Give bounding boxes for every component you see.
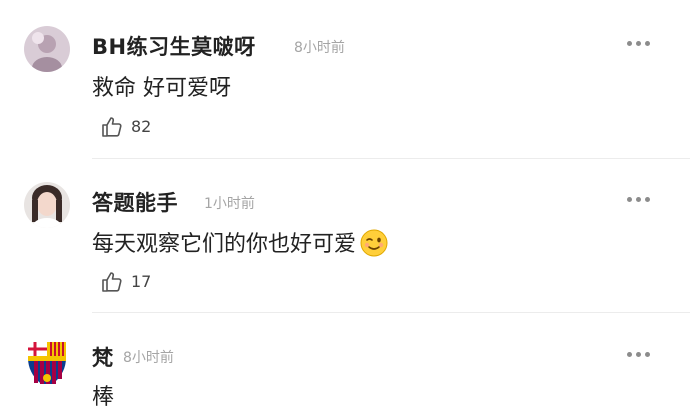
fc-barcelona-crest-icon	[28, 342, 66, 384]
comment-text: 棒	[92, 385, 115, 410]
timestamp: 8小时前	[123, 350, 174, 366]
more-options-button[interactable]	[624, 39, 654, 49]
wink-emoji-icon	[360, 229, 388, 257]
like-count: 82	[131, 117, 152, 136]
username[interactable]: BH练习生莫啵呀	[92, 31, 256, 61]
like-count: 17	[131, 272, 152, 291]
more-options-button[interactable]	[624, 195, 654, 205]
more-options-button[interactable]	[624, 350, 654, 360]
like-button[interactable]: 82	[100, 115, 160, 139]
comment-text: 每天观察它们的你也好可爱	[92, 226, 388, 258]
thumbs-up-icon	[102, 117, 122, 137]
like-button[interactable]: 17	[100, 270, 160, 294]
more-dots-icon	[627, 197, 632, 202]
more-dots-icon	[636, 352, 641, 357]
user-avatar[interactable]	[24, 26, 70, 72]
avatar-icon	[24, 182, 70, 228]
more-dots-icon	[627, 41, 632, 46]
more-dots-icon	[645, 197, 650, 202]
user-avatar[interactable]	[24, 338, 70, 384]
username[interactable]: 梵	[92, 342, 114, 372]
comment-item: 答题能手 1小时前 每天观察它们的你也好可爱 17	[0, 160, 690, 312]
comment-item: 梵 8小时前 棒	[0, 314, 690, 413]
comment-item: BH练习生莫啵呀 8小时前 救命 好可爱呀 82	[0, 0, 690, 160]
user-avatar[interactable]	[24, 182, 70, 228]
more-dots-icon	[636, 197, 641, 202]
divider	[92, 158, 690, 159]
timestamp: 1小时前	[204, 196, 255, 212]
username[interactable]: 答题能手	[92, 187, 178, 217]
more-dots-icon	[645, 41, 650, 46]
avatar-icon	[24, 26, 70, 72]
divider	[92, 312, 690, 313]
comment-text: 救命 好可爱呀	[92, 76, 231, 101]
timestamp: 8小时前	[294, 40, 345, 56]
comment-text-content: 每天观察它们的你也好可爱	[92, 232, 357, 257]
thumbs-up-icon	[102, 272, 122, 292]
more-dots-icon	[645, 352, 650, 357]
more-dots-icon	[627, 352, 632, 357]
more-dots-icon	[636, 41, 641, 46]
